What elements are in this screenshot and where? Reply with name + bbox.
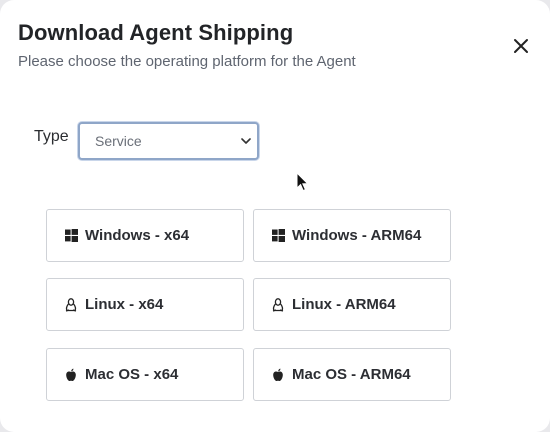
windows-arm64-button[interactable]: Windows - ARM64: [253, 209, 451, 262]
type-label: Type: [34, 128, 69, 145]
windows-x64-button[interactable]: Windows - x64: [46, 209, 244, 262]
dialog-title: Download Agent Shipping: [18, 20, 294, 45]
macos-arm64-button[interactable]: Mac OS - ARM64: [253, 348, 451, 401]
chevron-down-icon: [235, 137, 257, 145]
button-label: Windows - ARM64: [292, 227, 422, 244]
windows-icon: [271, 229, 285, 243]
close-icon: [514, 39, 528, 53]
windows-icon: [64, 229, 78, 243]
button-label: Mac OS - ARM64: [292, 366, 411, 383]
linux-icon: [64, 297, 78, 312]
type-select[interactable]: Service: [78, 122, 259, 160]
button-label: Linux - x64: [85, 296, 164, 313]
linux-x64-button[interactable]: Linux - x64: [46, 278, 244, 331]
apple-icon: [64, 368, 78, 382]
macos-x64-button[interactable]: Mac OS - x64: [46, 348, 244, 401]
linux-arm64-button[interactable]: Linux - ARM64: [253, 278, 451, 331]
button-label: Mac OS - x64: [85, 366, 179, 383]
button-label: Windows - x64: [85, 227, 190, 244]
mouse-cursor-icon: [296, 172, 309, 192]
type-select-value: Service: [95, 133, 142, 149]
download-agent-dialog: Download Agent Shipping Please choose th…: [0, 0, 550, 432]
linux-icon: [271, 297, 285, 312]
close-button[interactable]: [508, 33, 534, 59]
apple-icon: [271, 368, 285, 382]
dialog-subtitle: Please choose the operating platform for…: [18, 53, 356, 70]
button-label: Linux - ARM64: [292, 296, 396, 313]
